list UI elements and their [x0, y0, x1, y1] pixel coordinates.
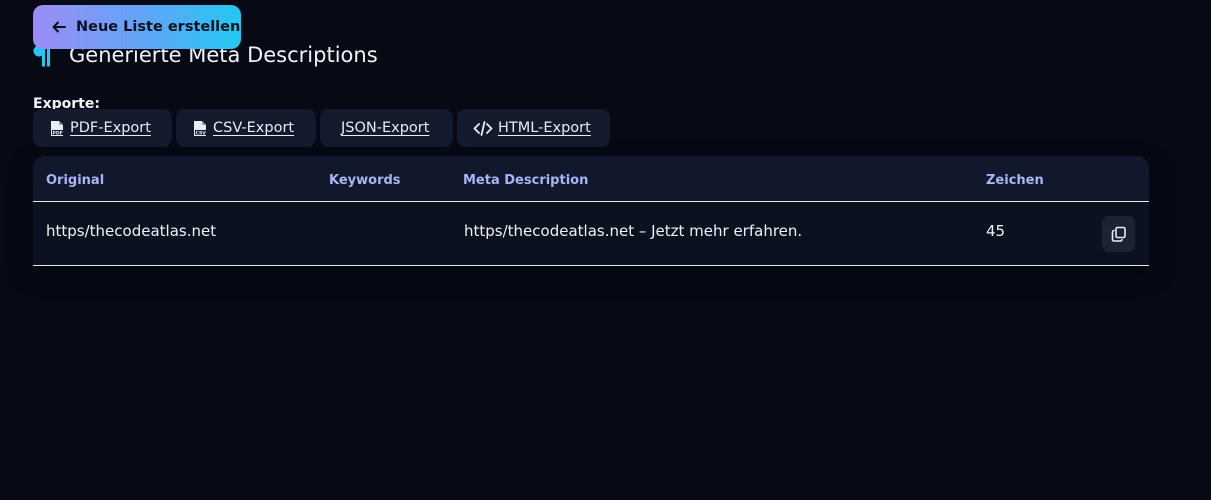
new-list-button-label: Neue Liste erstellen: [76, 19, 241, 35]
pdf-file-icon: PDF: [51, 120, 63, 136]
pdf-export-button[interactable]: PDF PDF-Export: [33, 109, 172, 147]
html-export-button[interactable]: HTML-Export: [457, 109, 610, 147]
copy-button[interactable]: [1102, 216, 1135, 252]
cell-zeichen: 45: [986, 222, 1006, 240]
column-header-zeichen: Zeichen: [986, 173, 1044, 188]
column-header-keywords: Keywords: [329, 173, 401, 188]
arrow-left-icon: [52, 21, 66, 33]
json-export-button[interactable]: JSON-Export: [320, 109, 453, 147]
csv-export-button[interactable]: CSV CSV-Export: [176, 109, 316, 147]
export-buttons: PDF PDF-Export CSV CSV-Export JSON-Expor…: [33, 109, 610, 147]
copy-icon: [1111, 226, 1126, 242]
pdf-export-label: PDF-Export: [70, 120, 151, 136]
svg-text:CSV: CSV: [196, 130, 207, 136]
csv-file-icon: CSV: [194, 120, 207, 136]
new-list-button[interactable]: Neue Liste erstellen: [33, 5, 241, 49]
cell-meta-description: https/thecodeatlas.net – Jetzt mehr erfa…: [464, 222, 803, 240]
html-export-label: HTML-Export: [498, 120, 591, 136]
results-table: Original Keywords Meta Description Zeich…: [33, 156, 1149, 266]
csv-export-label: CSV-Export: [213, 120, 295, 136]
table-row: https/thecodeatlas.net https/thecodeatla…: [33, 202, 1149, 266]
table-header: Original Keywords Meta Description Zeich…: [33, 156, 1149, 202]
cell-original: https/thecodeatlas.net: [46, 222, 217, 240]
column-header-original: Original: [46, 173, 105, 188]
svg-text:PDF: PDF: [53, 130, 63, 136]
json-export-label: JSON-Export: [341, 120, 430, 136]
column-header-meta-description: Meta Description: [463, 173, 589, 188]
code-icon: [473, 120, 493, 136]
